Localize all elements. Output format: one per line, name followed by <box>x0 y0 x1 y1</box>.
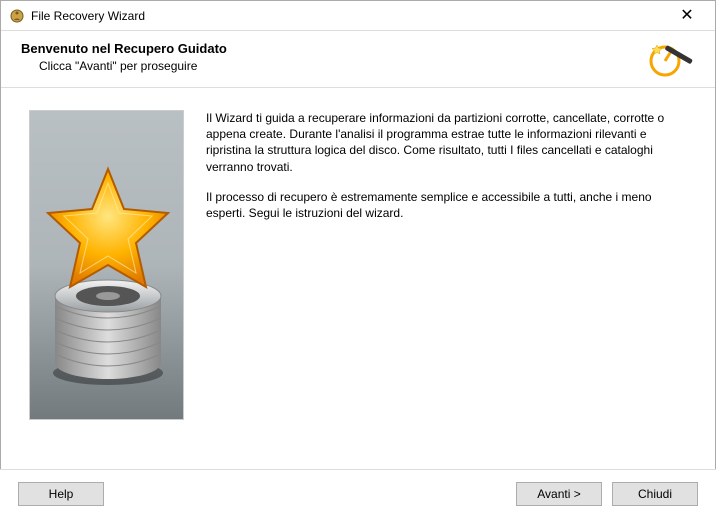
close-icon[interactable]: ✕ <box>667 1 707 31</box>
paragraph-2: Il processo di recupero è estremamente s… <box>206 189 689 221</box>
illustration <box>29 110 184 420</box>
page-title: Benvenuto nel Recupero Guidato <box>21 41 695 56</box>
titlebar: File Recovery Wizard ✕ <box>1 1 715 31</box>
help-button[interactable]: Help <box>18 482 104 506</box>
page-subtitle: Clicca "Avanti" per proseguire <box>39 59 695 73</box>
window-title: File Recovery Wizard <box>31 9 667 23</box>
app-icon <box>9 8 25 24</box>
wizard-header: Benvenuto nel Recupero Guidato Clicca "A… <box>1 31 715 87</box>
wand-icon <box>647 39 697 81</box>
body-text: Il Wizard ti guida a recuperare informaz… <box>184 110 695 420</box>
content-area: Il Wizard ti guida a recuperare informaz… <box>1 88 715 430</box>
next-button[interactable]: Avanti > <box>516 482 602 506</box>
close-button[interactable]: Chiudi <box>612 482 698 506</box>
paragraph-1: Il Wizard ti guida a recuperare informaz… <box>206 110 689 175</box>
footer: Help Avanti > Chiudi <box>0 469 716 518</box>
